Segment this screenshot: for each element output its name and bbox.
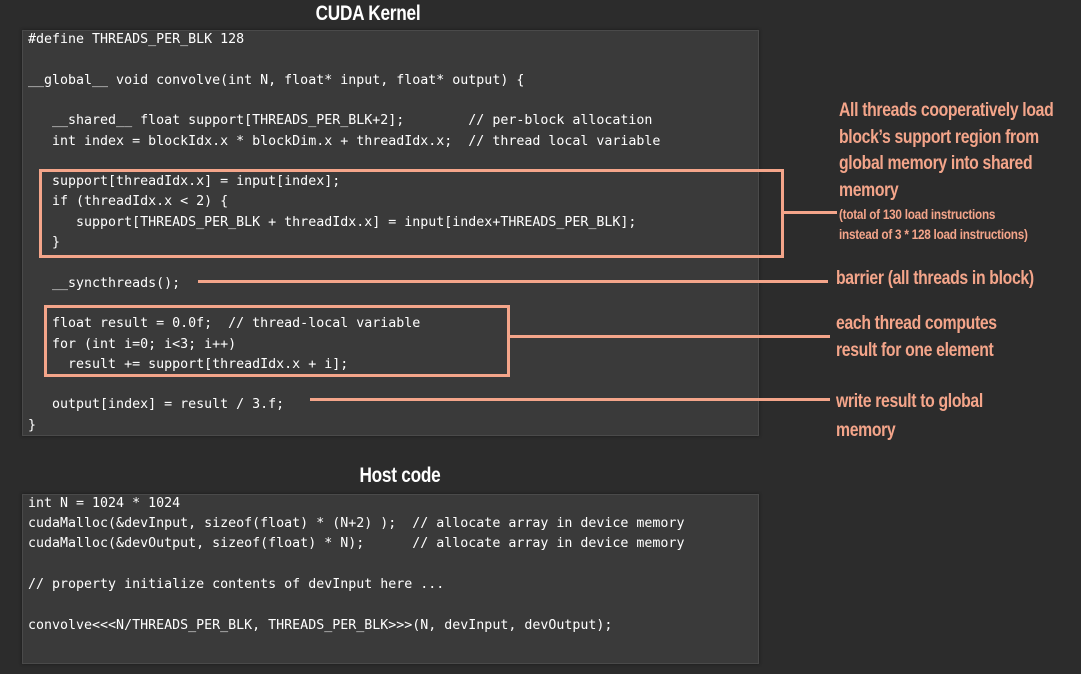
write-annotation: write result to global memory [836, 387, 983, 445]
compute-annotation-line: each thread computes [836, 313, 997, 334]
host-code-line: convolve<<<N/THREADS_PER_BLK, THREADS_PE… [28, 617, 613, 633]
kernel-code-line: #define THREADS_PER_BLK 128 [28, 32, 245, 47]
sync-annotation: barrier (all threads in block) [836, 266, 1034, 293]
host-section-title: Host code [359, 464, 441, 487]
load-annotation-note-line: (total of 130 load instructions [839, 206, 996, 222]
load-annotation-line: block’s support region from [839, 126, 1039, 148]
sync-annotation-connector [198, 280, 828, 283]
kernel-code-line: __global__ void convolve(int N, float* i… [28, 72, 525, 88]
kernel-code-line: __syncthreads(); [28, 275, 181, 291]
host-code-line: // property initialize contents of devIn… [28, 576, 445, 592]
compute-annotation-line: result for one element [836, 339, 994, 361]
compute-highlight-box [44, 305, 510, 377]
kernel-code-line: __shared__ float support[THREADS_PER_BLK… [28, 113, 653, 129]
host-code-line: int N = 1024 * 1024 [28, 496, 181, 511]
load-annotation-connector [784, 211, 837, 214]
kernel-code-line: output[index] = result / 3.f; [28, 397, 285, 413]
kernel-code-line: int index = blockIdx.x * blockDim.x + th… [28, 133, 661, 149]
load-annotation-line: All threads cooperatively load [839, 100, 1054, 121]
host-code-line: cudaMalloc(&devOutput, sizeof(float) * N… [28, 536, 685, 551]
load-annotation-note: (total of 130 load instructions instead … [839, 204, 1028, 244]
compute-annotation: each thread computes result for one elem… [836, 311, 997, 364]
write-annotation-line: memory [836, 420, 896, 441]
load-annotation-line: memory [839, 179, 899, 201]
host-code-panel: int N = 1024 * 1024 cudaMalloc(&devInput… [22, 494, 759, 664]
write-annotation-connector [310, 398, 830, 401]
host-code-line: cudaMalloc(&devInput, sizeof(float) * (N… [28, 516, 685, 531]
compute-annotation-connector [510, 335, 830, 338]
sync-annotation-line: barrier (all threads in block) [836, 268, 1034, 289]
write-annotation-line: write result to global [836, 391, 983, 412]
load-annotation-note-line: instead of 3 * 128 load instructions) [839, 226, 1028, 242]
kernel-section-title: CUDA Kernel [315, 2, 421, 25]
shared-load-highlight-box [39, 169, 784, 258]
load-annotation: All threads cooperatively load block’s s… [839, 98, 1054, 204]
load-annotation-line: global memory into shared [839, 153, 1033, 174]
kernel-code-line: } [28, 417, 37, 433]
